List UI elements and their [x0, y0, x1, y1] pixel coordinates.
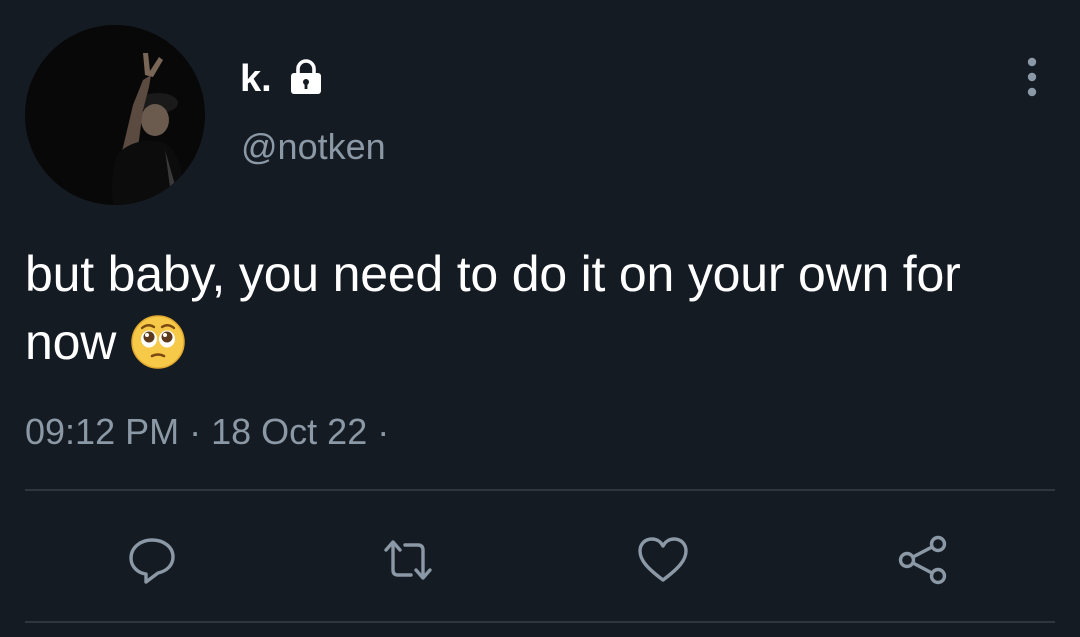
bottom-divider [25, 621, 1055, 623]
tweet-text: but baby, you need to do it on your own … [25, 240, 1065, 376]
meta-separator-trailing: · [377, 411, 390, 452]
heart-icon [638, 537, 688, 582]
reply-button[interactable] [122, 530, 182, 590]
tweet-text-line-2-words: now [25, 314, 117, 370]
pleading-face-emoji [131, 315, 185, 369]
divider [25, 489, 1055, 491]
tweet-text-line-2: now [25, 308, 1065, 376]
meta-separator: · [189, 411, 202, 452]
avatar[interactable] [25, 25, 205, 205]
retweet-icon [384, 540, 432, 580]
reply-icon [129, 538, 175, 584]
like-button[interactable] [633, 530, 693, 590]
lock-icon [291, 59, 321, 94]
share-button[interactable] [893, 530, 953, 590]
tweet-meta: 09:12 PM · 18 Oct 22 · [25, 410, 389, 454]
tweet-card: k. @notken but baby, you need to do it o… [0, 0, 1080, 637]
retweet-button[interactable] [378, 530, 438, 590]
tweet-time[interactable]: 09:12 PM [25, 411, 179, 452]
tweet-text-line-1: but baby, you need to do it on your own … [25, 246, 961, 302]
tweet-date[interactable]: 18 Oct 22 [211, 411, 367, 452]
handle[interactable]: @notken [241, 126, 386, 168]
avatar-photo [25, 25, 205, 205]
share-icon [898, 535, 947, 585]
more-vertical-icon[interactable] [1010, 55, 1054, 99]
display-name[interactable]: k. [240, 57, 272, 101]
